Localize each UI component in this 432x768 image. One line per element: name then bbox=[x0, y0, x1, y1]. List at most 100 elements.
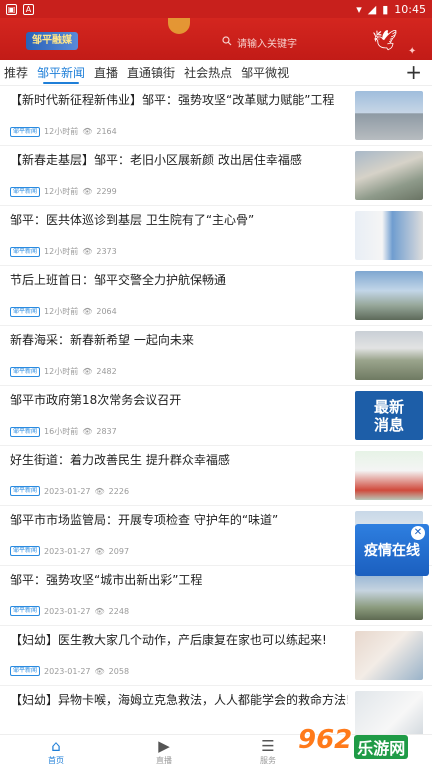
source-badge: 邹平新闻 bbox=[10, 246, 41, 257]
source-badge: 邹平新闻 bbox=[10, 426, 41, 437]
article-meta: 邹平新闻 12小时前 👁 2373 bbox=[10, 246, 117, 257]
nav-live[interactable]: ▶ 直播 bbox=[134, 737, 194, 766]
article-title: 邹平市政府第18次常务会议召开 bbox=[10, 393, 182, 407]
tab-towns[interactable]: 直通镇街 bbox=[127, 60, 175, 86]
site-watermark: 962 乐游网 bbox=[298, 716, 430, 764]
article-views: 2299 bbox=[96, 187, 117, 196]
list-item[interactable]: 新春海采：新春新希望 一起向未来 邹平新闻 12小时前 👁 2482 bbox=[0, 326, 432, 386]
article-views: 2482 bbox=[96, 367, 117, 376]
views-icon: 👁 bbox=[82, 127, 93, 136]
home-icon: ⌂ bbox=[51, 737, 61, 755]
article-thumbnail bbox=[355, 151, 423, 200]
source-badge: 邹平新闻 bbox=[10, 186, 41, 197]
wifi-icon: ▾ bbox=[356, 2, 362, 16]
nav-home[interactable]: ⌂ 首页 bbox=[26, 737, 86, 766]
list-item[interactable]: 【妇幼】医生教大家几个动作，产后康复在家也可以练起来! 邹平新闻 2023-01… bbox=[0, 626, 432, 686]
nav-label: 服务 bbox=[260, 756, 276, 765]
views-icon: 👁 bbox=[82, 427, 93, 436]
signal-icon: ◢ bbox=[367, 2, 377, 16]
video-icon: ▶ bbox=[158, 737, 170, 755]
views-icon: 👁 bbox=[94, 486, 105, 496]
tab-live[interactable]: 直播 bbox=[94, 60, 118, 86]
dove-icon: 🕊 bbox=[372, 28, 398, 52]
nav-label: 首页 bbox=[48, 756, 64, 765]
list-item[interactable]: 邹平市政府第18次常务会议召开 邹平新闻 16小时前 👁 2837 最新 消息 bbox=[0, 386, 432, 446]
article-time: 12小时前 bbox=[44, 187, 79, 196]
article-time: 2023-01-27 bbox=[44, 486, 91, 496]
tab-recommend[interactable]: 推荐 bbox=[4, 60, 28, 86]
battery-icon: ▮ bbox=[382, 2, 389, 16]
article-views: 2164 bbox=[96, 127, 117, 136]
article-meta: 邹平新闻 2023-01-27 👁 2248 bbox=[10, 606, 129, 616]
views-icon: 👁 bbox=[94, 606, 105, 616]
views-icon: 👁 bbox=[94, 666, 105, 676]
source-badge: 邹平新闻 bbox=[10, 606, 41, 616]
article-meta: 邹平新闻 12小时前 👁 2064 bbox=[10, 306, 117, 317]
category-tabs: 推荐 邹平新闻 直播 直通镇街 社会热点 邹平微视 + bbox=[0, 60, 432, 86]
article-thumbnail bbox=[355, 571, 423, 620]
views-icon: 👁 bbox=[82, 367, 93, 376]
article-time: 2023-01-27 bbox=[44, 666, 91, 676]
article-views: 2226 bbox=[108, 486, 130, 496]
tab-zouping-news[interactable]: 邹平新闻 bbox=[37, 60, 85, 86]
article-thumbnail bbox=[355, 331, 423, 380]
search-icon bbox=[222, 35, 232, 49]
close-icon[interactable]: ✕ bbox=[411, 526, 425, 540]
source-badge: 邹平新闻 bbox=[10, 546, 41, 556]
notification-icon: ▣ bbox=[6, 3, 17, 15]
source-badge: 邹平新闻 bbox=[10, 366, 41, 377]
article-time: 2023-01-27 bbox=[44, 606, 91, 616]
article-meta: 邹平新闻 2023-01-27 👁 2226 bbox=[10, 486, 129, 496]
emblem-icon bbox=[168, 18, 190, 34]
tab-hot[interactable]: 社会热点 bbox=[184, 60, 232, 86]
article-meta: 邹平新闻 12小时前 👁 2164 bbox=[10, 126, 117, 137]
article-time: 2023-01-27 bbox=[44, 546, 91, 556]
status-bar: ▣ A ▾ ◢ ▮ 10:45 bbox=[0, 0, 432, 18]
views-icon: 👁 bbox=[82, 307, 93, 316]
article-meta: 邹平新闻 12小时前 👁 2299 bbox=[10, 186, 117, 197]
article-title: 好生街道：着力改善民生 提升群众幸福感 bbox=[10, 453, 230, 467]
article-thumbnail bbox=[355, 211, 423, 260]
article-thumbnail bbox=[355, 451, 423, 500]
article-meta: 邹平新闻 16小时前 👁 2837 bbox=[10, 426, 117, 437]
article-views: 2058 bbox=[108, 666, 130, 676]
list-item[interactable]: 邹平：医共体巡诊到基层 卫生院有了“主心骨” 邹平新闻 12小时前 👁 2373 bbox=[0, 206, 432, 266]
article-thumbnail bbox=[355, 91, 423, 140]
article-title: 邹平：强势攻坚“城市出新出彩”工程 bbox=[10, 573, 203, 587]
service-icon: ☰ bbox=[261, 737, 275, 755]
views-icon: 👁 bbox=[82, 247, 93, 256]
article-meta: 邹平新闻 12小时前 👁 2482 bbox=[10, 366, 117, 377]
article-time: 12小时前 bbox=[44, 247, 79, 256]
article-time: 16小时前 bbox=[44, 427, 79, 436]
list-item[interactable]: 【新时代新征程新伟业】邹平：强势攻坚“改革赋力赋能”工程 邹平新闻 12小时前 … bbox=[0, 86, 432, 146]
nav-service[interactable]: ☰ 服务 bbox=[238, 737, 298, 766]
app-header: 邹平融媒 请输入关键字 🕊 ✦ bbox=[0, 18, 432, 60]
app-logo[interactable]: 邹平融媒 bbox=[26, 32, 78, 50]
clock: 10:45 bbox=[394, 2, 426, 16]
article-views: 2097 bbox=[108, 546, 130, 556]
thumbnail-text: 最新 bbox=[373, 397, 404, 416]
watermark-text: 乐游网 bbox=[354, 735, 409, 759]
search-bar[interactable]: 请输入关键字 bbox=[222, 32, 340, 52]
source-badge: 邹平新闻 bbox=[10, 306, 41, 317]
tab-micro-video[interactable]: 邹平微视 bbox=[241, 60, 289, 86]
article-views: 2064 bbox=[96, 307, 117, 316]
article-thumbnail bbox=[355, 631, 423, 680]
list-item[interactable]: 节后上班首日：邹平交警全力护航保畅通 邹平新闻 12小时前 👁 2064 bbox=[0, 266, 432, 326]
article-title: 【新时代新征程新伟业】邹平：强势攻坚“改革赋力赋能”工程 bbox=[10, 93, 335, 107]
article-title: 新春海采：新春新希望 一起向未来 bbox=[10, 333, 194, 347]
source-badge: 邹平新闻 bbox=[10, 126, 41, 137]
list-item[interactable]: 【新春走基层】邹平：老旧小区展新颜 改出居住幸福感 邹平新闻 12小时前 👁 2… bbox=[0, 146, 432, 206]
search-input[interactable]: 请输入关键字 bbox=[237, 35, 297, 50]
article-views: 2248 bbox=[108, 606, 130, 616]
watermark-number: 962 bbox=[298, 725, 353, 755]
nav-label: 直播 bbox=[156, 756, 172, 765]
source-badge: 邹平新闻 bbox=[10, 486, 41, 496]
article-time: 12小时前 bbox=[44, 307, 79, 316]
add-channel-icon[interactable]: + bbox=[405, 60, 422, 84]
list-item[interactable]: 好生街道：着力改善民生 提升群众幸福感 邹平新闻 2023-01-27 👁 22… bbox=[0, 446, 432, 506]
article-thumbnail: 最新 消息 bbox=[355, 391, 423, 440]
article-views: 2373 bbox=[96, 247, 117, 256]
article-title: 节后上班首日：邹平交警全力护航保畅通 bbox=[10, 273, 227, 287]
thumbnail-text: 消息 bbox=[373, 415, 404, 434]
